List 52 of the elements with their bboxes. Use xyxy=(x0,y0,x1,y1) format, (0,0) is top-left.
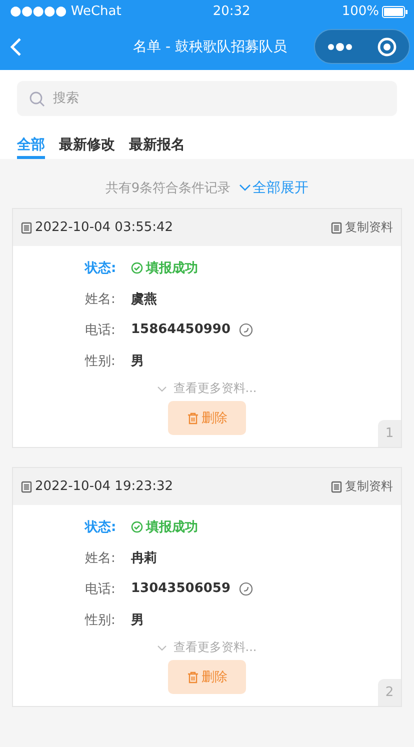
view-more-link[interactable]: 查看更多资料... xyxy=(13,380,401,397)
search-icon xyxy=(29,90,45,106)
search-field[interactable]: 搜索 xyxy=(17,81,397,116)
field-label: 状态: xyxy=(85,518,118,536)
back-icon[interactable] xyxy=(10,36,22,56)
field-label: 性别: xyxy=(85,612,116,628)
field-label: 电话: xyxy=(85,580,116,598)
phone-value: 13043506059 xyxy=(131,581,230,596)
chevron-down-icon xyxy=(157,644,168,650)
status-value: 填报成功 xyxy=(146,518,198,536)
status-value: 填报成功 xyxy=(146,260,198,276)
field-value: 男 xyxy=(131,612,144,628)
field-label: 姓名: xyxy=(85,290,116,308)
copy-link[interactable]: 复制资料 xyxy=(331,219,393,236)
field-value: 冉莉 xyxy=(131,550,157,566)
expand-all-link[interactable]: 全部展开 xyxy=(238,179,309,197)
field-label: 状态: xyxy=(85,260,118,276)
search-input[interactable]: 搜索 xyxy=(51,90,385,107)
record-time: 2022-10-04 03:55:42 xyxy=(35,220,174,235)
copy-link[interactable]: 复制资料 xyxy=(331,478,393,495)
phone-value: 15864450990 xyxy=(131,322,230,337)
document-icon xyxy=(331,480,342,492)
battery-text: 100% xyxy=(342,4,379,19)
capsule-menu[interactable] xyxy=(314,29,410,64)
close-icon[interactable] xyxy=(377,36,397,56)
field-label: 性别: xyxy=(85,352,116,370)
chevron-down-icon xyxy=(157,386,168,392)
record-number: 2 xyxy=(378,679,401,706)
field-label: 电话: xyxy=(85,322,116,338)
more-icon[interactable] xyxy=(327,42,353,50)
tab[interactable]: 全部 xyxy=(17,125,45,159)
field-value: 虞燕 xyxy=(131,290,157,308)
field-label: 姓名: xyxy=(85,550,116,566)
trash-icon xyxy=(186,412,198,424)
battery-icon xyxy=(382,6,408,18)
document-icon xyxy=(331,222,342,234)
page-title: 名单 - 鼓秧歌队招募队员 xyxy=(133,38,287,56)
record-time: 2022-10-04 19:23:32 xyxy=(35,479,174,494)
chevron-down-icon xyxy=(238,184,251,192)
field-value: 男 xyxy=(131,352,144,370)
tab[interactable]: 最新报名 xyxy=(129,125,185,159)
delete-button[interactable]: 删除 xyxy=(168,401,246,435)
record-count: 共有9条符合条件记录 xyxy=(105,180,231,197)
check-circle-icon xyxy=(131,262,143,274)
clock-text: 20:32 xyxy=(212,4,250,19)
check-circle-icon xyxy=(131,520,143,532)
delete-button[interactable]: 删除 xyxy=(168,660,246,694)
view-more-link[interactable]: 查看更多资料... xyxy=(13,639,401,656)
carrier-text: ●●●●● WeChat xyxy=(10,4,122,19)
trash-icon xyxy=(186,670,198,684)
record-number: 1 xyxy=(378,420,401,447)
tab[interactable]: 最新修改 xyxy=(59,125,115,159)
